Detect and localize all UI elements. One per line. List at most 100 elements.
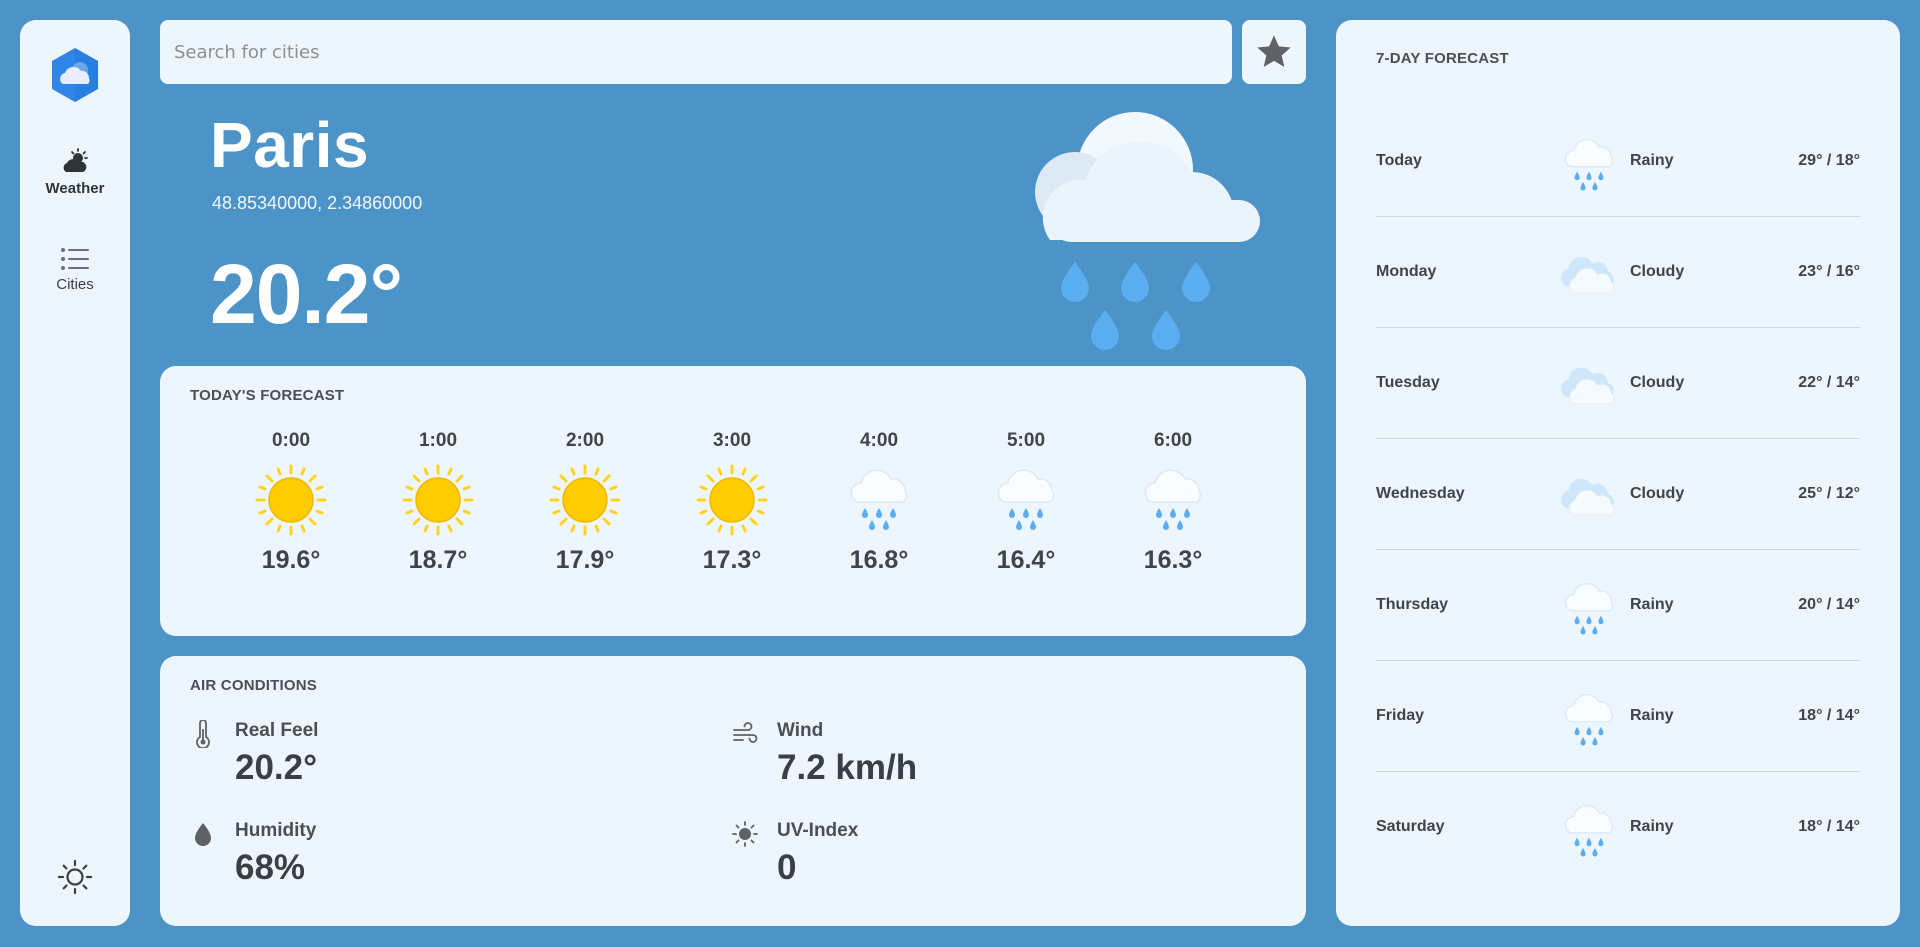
day-condition: Cloudy: [1630, 485, 1685, 502]
favorite-button[interactable]: [1242, 20, 1306, 84]
partly-sunny-icon: [63, 148, 88, 172]
todays-forecast-title: TODAY'S FORECAST: [190, 387, 345, 404]
sidebar: Weather Cities: [20, 20, 130, 926]
weather-app-logo[interactable]: [46, 46, 104, 104]
sun-icon: [692, 460, 772, 540]
hour-temperature: 19.6°: [261, 546, 321, 574]
hourly-forecast-item: 6:00 16.3°: [1113, 430, 1233, 575]
day-temperature-range: 25° / 12°: [1798, 485, 1860, 502]
day-name: Saturday: [1376, 818, 1445, 835]
hourly-forecast-item: 2:00 17.9°: [525, 430, 645, 575]
todays-forecast-card: TODAY'S FORECAST 0:00 19.6° 1:00 18.7° 2…: [160, 366, 1306, 636]
hour-time: 5:00: [1006, 430, 1046, 451]
day-name: Today: [1376, 152, 1422, 169]
real-feel-label: Real Feel: [235, 720, 319, 741]
nav-label-weather: Weather: [45, 180, 105, 197]
hourly-forecast-item: 1:00 18.7°: [378, 430, 498, 575]
hour-temperature: 17.3°: [702, 546, 762, 574]
day-forecast-row: Today Rainy 29° / 18°: [1376, 107, 1860, 217]
sun-icon: [545, 460, 625, 540]
day-name: Wednesday: [1376, 485, 1465, 502]
day-condition: Rainy: [1630, 596, 1674, 613]
rain-cloud-icon: [839, 460, 919, 540]
cloud-icon: [1554, 464, 1624, 532]
day-forecast-row: Thursday Rainy 20° / 14°: [1376, 551, 1860, 661]
humidity-label: Humidity: [235, 820, 317, 841]
city-coordinates: 48.85340000, 2.34860000: [212, 193, 423, 213]
hour-time: 0:00: [271, 430, 311, 451]
current-temperature: 20.2°: [210, 247, 403, 341]
hourly-forecast-item: 3:00 17.3°: [672, 430, 792, 575]
day-forecast-row: Monday Cloudy 23° / 16°: [1376, 218, 1860, 328]
droplet-icon: [195, 823, 211, 846]
rain-cloud-icon: [1554, 131, 1624, 199]
day-name: Monday: [1376, 263, 1437, 280]
day-name: Thursday: [1376, 596, 1449, 613]
day-forecast-row: Wednesday Cloudy 25° / 12°: [1376, 440, 1860, 550]
air-conditions-card: AIR CONDITIONS Real Feel 20.2° Wind 7.2 …: [160, 656, 1306, 926]
hour-temperature: 18.7°: [408, 546, 468, 574]
hour-time: 4:00: [859, 430, 899, 451]
day-condition: Cloudy: [1630, 263, 1685, 280]
hourly-forecast-item: 5:00 16.4°: [966, 430, 1086, 575]
search-bar: [160, 20, 1232, 84]
air-conditions-title: AIR CONDITIONS: [190, 677, 317, 694]
star-icon: [1257, 35, 1291, 67]
day-condition: Rainy: [1630, 152, 1674, 169]
nav-item-weather[interactable]: Weather: [20, 148, 130, 197]
row-divider: [1376, 327, 1860, 328]
day-condition: Cloudy: [1630, 374, 1685, 391]
hour-time: 3:00: [712, 430, 752, 451]
hour-temperature: 16.8°: [849, 546, 909, 574]
rain-cloud-icon: [986, 460, 1066, 540]
hour-temperature: 17.9°: [555, 546, 615, 574]
hour-time: 2:00: [565, 430, 605, 451]
hourly-forecast-item: 4:00 16.8°: [819, 430, 939, 575]
hour-time: 1:00: [418, 430, 458, 451]
rain-cloud-icon: [1554, 686, 1624, 754]
uv-index-value: 0: [777, 848, 797, 887]
real-feel-value: 20.2°: [235, 748, 318, 787]
humidity-value: 68%: [235, 848, 306, 887]
day-forecast-row: Friday Rainy 18° / 14°: [1376, 662, 1860, 772]
day-name: Friday: [1376, 707, 1425, 724]
wind-label: Wind: [777, 720, 824, 741]
day-forecast-row: Saturday Rainy 18° / 14°: [1376, 773, 1860, 883]
day-temperature-range: 23° / 16°: [1798, 263, 1860, 280]
sun-icon: [251, 460, 331, 540]
row-divider: [1376, 438, 1860, 439]
cloud-icon: [1554, 353, 1624, 421]
day-temperature-range: 20° / 14°: [1798, 596, 1860, 613]
sun-outline-icon[interactable]: [56, 858, 94, 896]
list-icon: [61, 248, 89, 270]
day-temperature-range: 18° / 14°: [1798, 818, 1860, 835]
row-divider: [1376, 549, 1860, 550]
sun-icon: [398, 460, 478, 540]
nav-item-cities[interactable]: Cities: [20, 246, 130, 293]
cloud-icon: [1554, 242, 1624, 310]
day-temperature-range: 22° / 14°: [1798, 374, 1860, 391]
uv-index-label: UV-Index: [777, 820, 859, 841]
rain-cloud-icon: [1133, 460, 1213, 540]
seven-day-forecast-title: 7-DAY FORECAST: [1376, 50, 1509, 67]
rain-cloud-icon: [1554, 797, 1624, 865]
seven-day-forecast-card: 7-DAY FORECAST Today Rainy 29° / 18° Mon…: [1336, 20, 1900, 926]
sun-icon: [732, 821, 758, 847]
search-input[interactable]: [172, 40, 1220, 64]
day-temperature-range: 29° / 18°: [1798, 152, 1860, 169]
rain-cloud-icon: [1554, 575, 1624, 643]
row-divider: [1376, 216, 1860, 217]
thermometer-icon: [196, 720, 210, 748]
hourly-forecast-item: 0:00 19.6°: [231, 430, 351, 575]
row-divider: [1376, 660, 1860, 661]
city-name: Paris: [210, 109, 370, 181]
day-name: Tuesday: [1376, 374, 1440, 391]
rain-cloud-icon: [1035, 112, 1260, 350]
hour-temperature: 16.4°: [996, 546, 1056, 574]
day-condition: Rainy: [1630, 818, 1674, 835]
wind-value: 7.2 km/h: [777, 748, 918, 787]
day-temperature-range: 18° / 14°: [1798, 707, 1860, 724]
nav-label-cities: Cities: [56, 276, 94, 293]
row-divider: [1376, 771, 1860, 772]
wind-icon: [733, 722, 758, 743]
